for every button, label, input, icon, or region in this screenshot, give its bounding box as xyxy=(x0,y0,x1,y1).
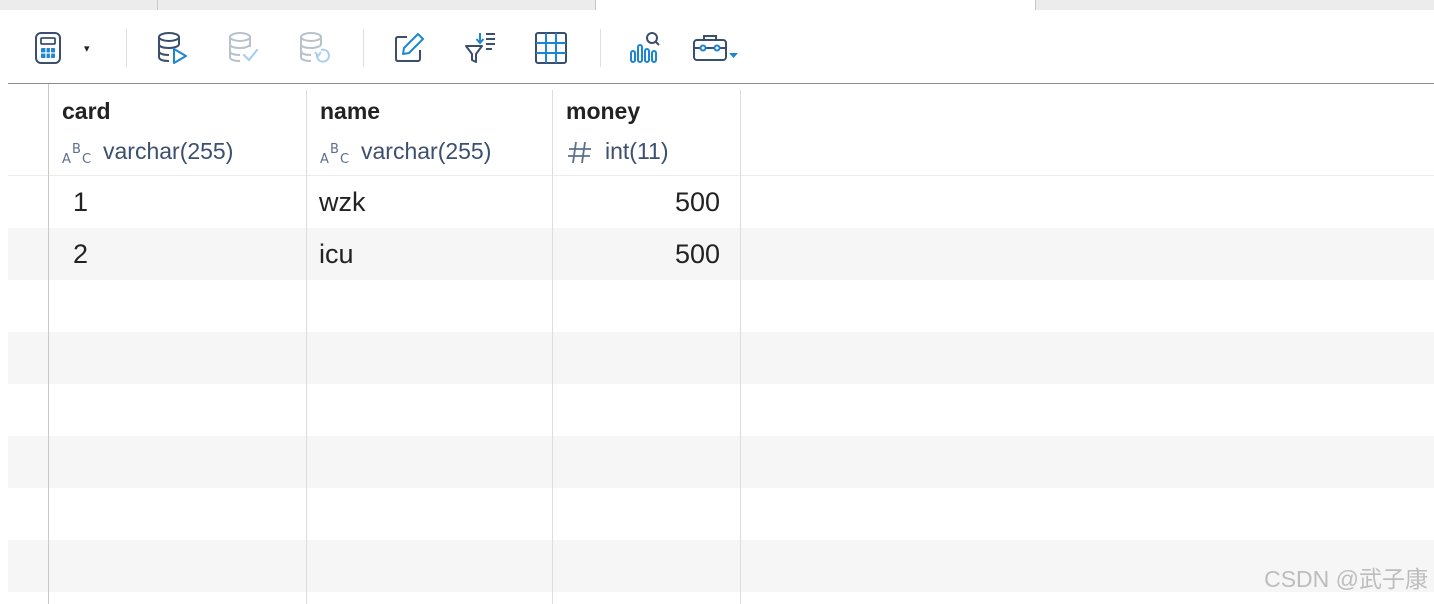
db-execute-icon xyxy=(158,32,187,64)
commit-button[interactable] xyxy=(225,30,261,66)
column-divider xyxy=(48,84,49,604)
cell-card[interactable]: 1 xyxy=(73,176,88,228)
cell-card[interactable]: 2 xyxy=(73,228,88,280)
hash-number-icon xyxy=(566,139,596,165)
svg-text:A: A xyxy=(320,152,329,165)
grid-view-icon xyxy=(535,32,567,64)
empty-row xyxy=(8,540,1434,592)
abc-text-icon: ABC xyxy=(62,139,94,165)
toolbox-icon xyxy=(693,35,738,61)
calculator-button[interactable] xyxy=(30,30,66,66)
table-row[interactable]: 2 icu 500 xyxy=(8,228,1434,280)
cell-name[interactable]: icu xyxy=(319,228,354,280)
svg-text:B: B xyxy=(330,142,339,157)
rollback-button[interactable] xyxy=(296,30,332,66)
filter-sort-icon xyxy=(465,33,495,63)
chart-search-icon xyxy=(630,32,660,63)
svg-text:C: C xyxy=(340,152,349,165)
cell-money[interactable]: 500 xyxy=(553,176,720,228)
chart-button[interactable] xyxy=(627,30,663,66)
toolbox-button[interactable] xyxy=(692,30,740,66)
empty-row xyxy=(8,436,1434,488)
edit-button[interactable] xyxy=(391,30,427,66)
column-name: name xyxy=(320,98,381,124)
column-name: money xyxy=(566,98,641,124)
svg-text:C: C xyxy=(82,152,91,165)
column-type-label: varchar(255) xyxy=(103,138,234,164)
column-type-label: int(11) xyxy=(605,138,669,164)
toolbar-divider xyxy=(600,29,601,67)
empty-row xyxy=(8,332,1434,384)
cell-name[interactable]: wzk xyxy=(319,176,366,228)
empty-row xyxy=(8,488,1434,540)
calculator-icon xyxy=(35,32,61,64)
column-name: card xyxy=(62,98,111,124)
column-divider[interactable] xyxy=(552,90,553,604)
column-divider[interactable] xyxy=(306,90,307,604)
toolbar-divider xyxy=(363,29,364,67)
column-header-name[interactable]: name ABC varchar(255) xyxy=(307,84,553,175)
tab-divider xyxy=(157,0,158,10)
abc-text-icon: ABC xyxy=(320,139,352,165)
tab-active[interactable] xyxy=(596,0,1035,10)
toolbar-divider xyxy=(126,29,127,67)
svg-text:B: B xyxy=(72,142,81,157)
filter-sort-button[interactable] xyxy=(462,30,498,66)
chevron-down-icon[interactable]: ▾ xyxy=(84,42,90,55)
column-type-label: varchar(255) xyxy=(361,138,492,164)
tab-strip xyxy=(0,0,1434,10)
db-rollback-icon xyxy=(300,32,330,63)
grid-view-button[interactable] xyxy=(533,30,569,66)
edit-pencil-icon xyxy=(395,33,424,62)
watermark: CSDN @武子康 xyxy=(1264,566,1428,592)
column-type: ABC varchar(255) xyxy=(320,138,491,165)
cell-money[interactable]: 500 xyxy=(553,228,720,280)
toolbar: ▾ xyxy=(8,10,1434,83)
column-header-card[interactable]: card ABC varchar(255) xyxy=(49,84,307,175)
svg-text:A: A xyxy=(62,152,71,165)
table-row[interactable]: 1 wzk 500 xyxy=(8,176,1434,228)
column-type: ABC varchar(255) xyxy=(62,138,233,165)
tab-divider xyxy=(1035,0,1036,10)
execute-button[interactable] xyxy=(154,30,190,66)
column-type: int(11) xyxy=(566,138,669,165)
column-divider[interactable] xyxy=(740,90,741,604)
data-grid: card ABC varchar(255) name ABC varchar(2… xyxy=(8,84,1434,604)
db-commit-icon xyxy=(229,32,259,62)
column-header-money[interactable]: money int(11) xyxy=(553,84,741,175)
empty-row xyxy=(8,280,1434,332)
empty-row xyxy=(8,384,1434,436)
